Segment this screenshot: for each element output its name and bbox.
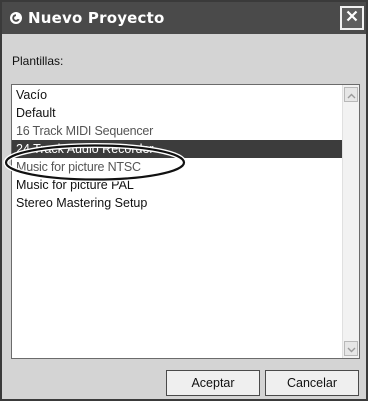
close-icon: [346, 9, 358, 27]
dialog-title: Nuevo Proyecto: [28, 9, 165, 27]
close-button[interactable]: [340, 6, 364, 30]
list-item-16-track-midi-sequencer[interactable]: 16 Track MIDI Sequencer: [12, 122, 342, 140]
cancel-button[interactable]: Cancelar: [265, 370, 359, 396]
scroll-up-button[interactable]: [344, 87, 358, 102]
app-logo-icon: [9, 11, 23, 25]
chevron-down-icon: [347, 340, 356, 358]
list-item-music-for-picture-ntsc[interactable]: Music for picture NTSC: [12, 158, 342, 176]
list-item-stereo-mastering-setup[interactable]: Stereo Mastering Setup: [12, 194, 342, 212]
templates-label: Plantillas:: [12, 54, 64, 68]
templates-list[interactable]: Vacío Default 16 Track MIDI Sequencer 24…: [11, 84, 360, 359]
title-bar[interactable]: Nuevo Proyecto: [2, 2, 366, 34]
list-item-24-track-audio-recorder[interactable]: 24 Track Audio Recorder: [12, 140, 342, 158]
chevron-up-icon: [347, 86, 356, 104]
new-project-dialog: Nuevo Proyecto Plantillas: Vacío Default…: [0, 0, 368, 401]
vertical-scrollbar[interactable]: [342, 85, 359, 358]
list-item-default[interactable]: Default: [12, 104, 342, 122]
list-item-music-for-picture-pal[interactable]: Music for picture PAL: [12, 176, 342, 194]
accept-button[interactable]: Aceptar: [166, 370, 260, 396]
scroll-down-button[interactable]: [344, 341, 358, 356]
list-item-vacio[interactable]: Vacío: [12, 86, 342, 104]
